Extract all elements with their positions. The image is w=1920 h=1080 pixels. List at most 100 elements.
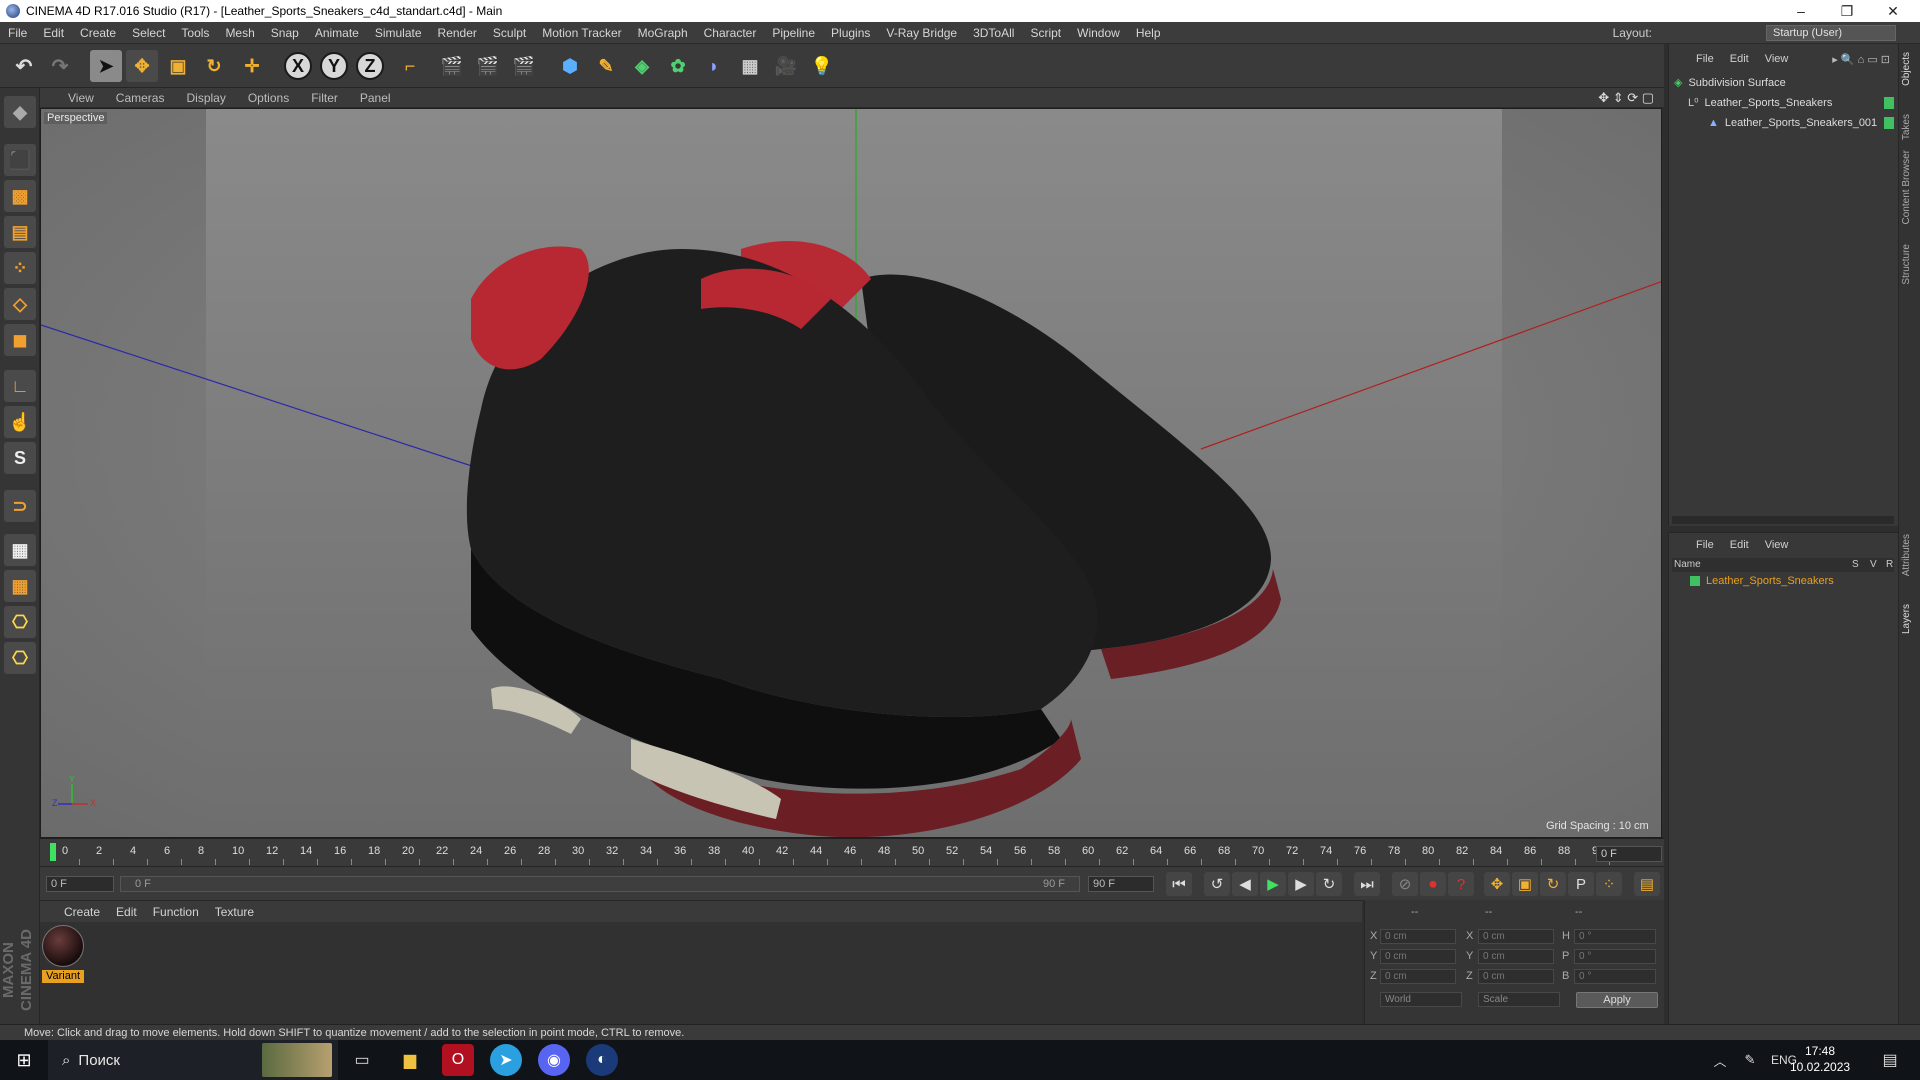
select-pointer-icon[interactable]: ➤	[90, 50, 122, 82]
pos-x-field[interactable]: 0 cm	[1380, 929, 1456, 944]
edges-mode-icon[interactable]: ◇	[4, 288, 36, 320]
snap-toggle-icon[interactable]: S	[4, 442, 36, 474]
z-axis-lock-icon[interactable]: Z	[356, 52, 384, 80]
autokeying-icon[interactable]: ?	[1448, 872, 1474, 896]
pen-workspace-icon[interactable]: ✎	[1734, 1044, 1766, 1076]
object-menu-edit[interactable]: Edit	[1722, 53, 1757, 65]
side-tab-structure[interactable]: Structure	[1901, 244, 1919, 285]
close-button[interactable]: ✕	[1870, 0, 1916, 22]
taskbar-search[interactable]: ⌕ Поиск	[48, 1040, 338, 1080]
menu-vray-bridge[interactable]: V-Ray Bridge	[878, 22, 965, 44]
model-mode-icon[interactable]: ⬛	[4, 144, 36, 176]
windows-start-icon[interactable]: ⊞	[8, 1044, 40, 1076]
end-frame-field[interactable]: 90 F	[1088, 876, 1154, 892]
cinema4d-taskbar-icon[interactable]: ◐	[586, 1044, 618, 1076]
object-manager-scrollbar[interactable]	[1672, 516, 1894, 524]
camera-icon[interactable]: 🎥	[770, 50, 802, 82]
perspective-viewport[interactable]	[40, 108, 1662, 838]
layer-color-swatch[interactable]	[1690, 576, 1700, 586]
menu-file[interactable]: File	[0, 22, 35, 44]
menu-script[interactable]: Script	[1022, 22, 1069, 44]
move-icon[interactable]: ✥	[126, 50, 158, 82]
key-pla-icon[interactable]: ⁘	[1596, 872, 1622, 896]
timeline-ruler[interactable]: 0 2 4 6 8 10 12 14 16 18 20 22 24 26 28 30 32 34 36 38 40 42 4…	[40, 838, 1664, 866]
menu-snap[interactable]: Snap	[263, 22, 307, 44]
key-scale-icon[interactable]: ▣	[1512, 872, 1538, 896]
record-disabled-icon[interactable]: ⊘	[1392, 872, 1418, 896]
python-script-icon[interactable]: ⎔	[4, 606, 36, 638]
material-menu-create[interactable]: Create	[56, 905, 108, 919]
menu-window[interactable]: Window	[1069, 22, 1128, 44]
opera-browser-icon[interactable]: O	[442, 1044, 474, 1076]
size-z-field[interactable]: 0 cm	[1478, 969, 1554, 984]
previous-key-icon[interactable]: ↺	[1204, 872, 1230, 896]
magnet-icon[interactable]: ⊃	[4, 490, 36, 522]
notifications-icon[interactable]: ▤	[1874, 1044, 1906, 1076]
key-parameter-icon[interactable]: P	[1568, 872, 1594, 896]
layer-color-tag[interactable]	[1884, 97, 1894, 109]
layout-dropdown[interactable]: Startup (User)	[1766, 25, 1896, 41]
camera-label[interactable]: Perspective	[44, 112, 108, 124]
object-row-leather-sports-sneakers[interactable]: L⁰ Leather_Sports_Sneakers	[1688, 94, 1888, 112]
side-tab-layers[interactable]: Layers	[1901, 604, 1919, 634]
menu-pipeline[interactable]: Pipeline	[764, 22, 823, 44]
x-axis-lock-icon[interactable]: X	[284, 52, 312, 80]
y-axis-lock-icon[interactable]: Y	[320, 52, 348, 80]
axis-mode-icon[interactable]: ∟	[4, 370, 36, 402]
viewport-menu-options[interactable]: Options	[238, 91, 301, 105]
light-icon[interactable]: 💡	[806, 50, 838, 82]
size-x-field[interactable]: 0 cm	[1478, 929, 1554, 944]
material-menu-function[interactable]: Function	[145, 905, 207, 919]
material-menu-texture[interactable]: Texture	[207, 905, 262, 919]
layer-menu-view[interactable]: View	[1757, 539, 1797, 551]
menu-edit[interactable]: Edit	[35, 22, 72, 44]
viewport-menu-filter[interactable]: Filter	[301, 91, 350, 105]
menu-tools[interactable]: Tools	[173, 22, 217, 44]
layer-row[interactable]: Leather_Sports_Sneakers	[1690, 572, 1890, 590]
pos-z-field[interactable]: 0 cm	[1380, 969, 1456, 984]
menu-mesh[interactable]: Mesh	[217, 22, 262, 44]
preview-range-slider[interactable]: 0 F 90 F	[120, 876, 1080, 892]
timeline-window-icon[interactable]: ▤	[1634, 872, 1660, 896]
menu-render[interactable]: Render	[430, 22, 485, 44]
layer-color-tag[interactable]	[1884, 117, 1894, 129]
menu-mograph[interactable]: MoGraph	[630, 22, 696, 44]
start-frame-field[interactable]: 0 F	[46, 876, 114, 892]
maximize-button[interactable]: ❐	[1824, 0, 1870, 22]
transform-icon[interactable]: ✛	[236, 50, 268, 82]
tray-overflow-icon[interactable]: ︿	[1704, 1044, 1736, 1076]
object-manager-toolbar-icons[interactable]: ▸ 🔍 ⌂ ▭ ⊡	[1832, 53, 1890, 66]
layer-menu-edit[interactable]: Edit	[1722, 539, 1757, 551]
minimize-button[interactable]: –	[1778, 0, 1824, 22]
scale-icon[interactable]: ▣	[162, 50, 194, 82]
material-preview[interactable]	[42, 925, 84, 967]
menu-help[interactable]: Help	[1128, 22, 1169, 44]
pos-y-field[interactable]: 0 cm	[1380, 949, 1456, 964]
rot-b-field[interactable]: 0 °	[1574, 969, 1656, 984]
coordinate-mode-dropdown[interactable]: Scale	[1478, 992, 1560, 1007]
undo-icon[interactable]: ↶	[8, 50, 40, 82]
make-editable-icon[interactable]: ◆	[4, 96, 36, 128]
workplane-lock-icon[interactable]: ▦	[4, 534, 36, 566]
viewport-navigation-icons[interactable]: ✥ ⇕ ⟳ ▢	[1598, 90, 1654, 106]
render-view-icon[interactable]: 🎬	[436, 50, 468, 82]
play-icon[interactable]: ▶	[1260, 872, 1286, 896]
deformer-icon[interactable]: ◗	[698, 50, 730, 82]
render-picture-viewer-icon[interactable]: 🎬	[472, 50, 504, 82]
viewport-menu-panel[interactable]: Panel	[350, 91, 403, 105]
side-tab-content-browser[interactable]: Content Browser	[1901, 150, 1919, 224]
discord-icon[interactable]: ◉	[538, 1044, 570, 1076]
current-frame-field[interactable]: 0 F	[1596, 846, 1662, 862]
python-script-2-icon[interactable]: ⎔	[4, 642, 36, 674]
apply-button[interactable]: Apply	[1576, 992, 1658, 1008]
object-row-subdivision-surface[interactable]: ◈ Subdivision Surface	[1674, 74, 1874, 92]
key-position-icon[interactable]: ✥	[1484, 872, 1510, 896]
side-tab-takes[interactable]: Takes	[1901, 114, 1919, 140]
side-tab-attributes[interactable]: Attributes	[1901, 534, 1919, 576]
playhead[interactable]	[50, 843, 56, 861]
menu-3dtoall[interactable]: 3DToAll	[965, 22, 1022, 44]
go-to-end-icon[interactable]: ⏭	[1354, 872, 1380, 896]
coordinate-space-dropdown[interactable]: World	[1380, 992, 1462, 1007]
object-row-leather-sports-sneakers-001[interactable]: ▲ Leather_Sports_Sneakers_001	[1708, 114, 1898, 132]
material-name[interactable]: Variant	[42, 970, 84, 983]
